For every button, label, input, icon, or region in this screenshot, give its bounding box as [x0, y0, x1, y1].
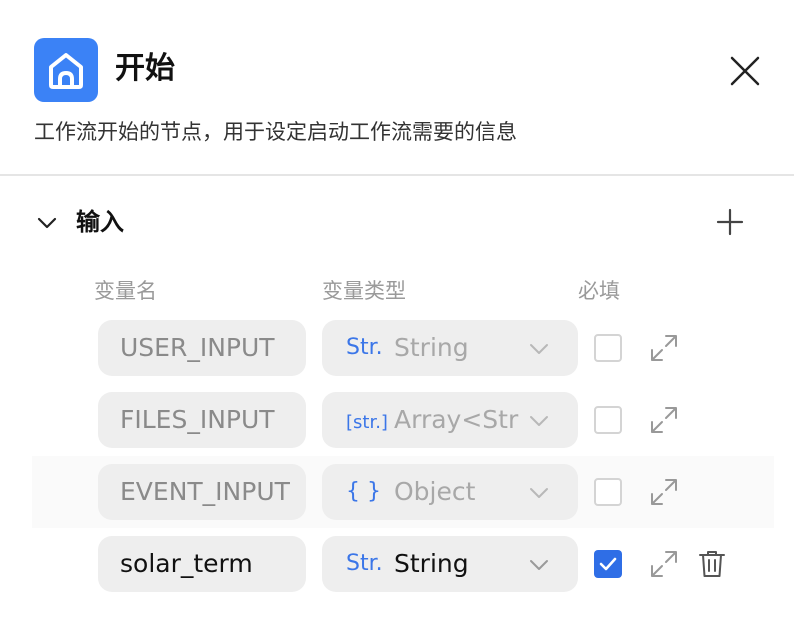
variable-name-field[interactable]: solar_term [98, 536, 306, 592]
expand-button[interactable] [648, 548, 680, 580]
expand-button[interactable] [648, 404, 680, 436]
delete-variable-button[interactable] [696, 548, 728, 580]
chevron-down-icon [530, 560, 548, 570]
expand-button[interactable] [648, 332, 680, 364]
divider [0, 174, 794, 176]
variable-type-select[interactable]: Str. String [322, 320, 578, 376]
variable-type-select[interactable]: [str.] Array<Str [322, 392, 578, 448]
variable-name-value: USER_INPUT [120, 333, 275, 362]
variable-name-value: EVENT_INPUT [120, 477, 290, 506]
expand-icon [651, 551, 677, 577]
variable-type-select[interactable]: { } Object [322, 464, 578, 520]
chevron-down-icon [530, 488, 548, 498]
start-node-icon [34, 38, 98, 102]
type-label: Object [394, 477, 476, 506]
close-icon [730, 56, 760, 86]
chevron-down-icon [530, 416, 548, 426]
type-tag: Str. [346, 551, 383, 576]
node-title: 开始 [115, 51, 175, 86]
required-checkbox[interactable] [594, 550, 622, 578]
column-header-name: 变量名 [94, 279, 157, 303]
required-checkbox[interactable] [594, 334, 622, 362]
variable-name-field[interactable]: FILES_INPUT [98, 392, 306, 448]
required-checkbox[interactable] [594, 478, 622, 506]
section-collapse-toggle[interactable] [34, 210, 60, 236]
node-description: 工作流开始的节点，用于设定启动工作流需要的信息 [34, 120, 517, 144]
column-header-required: 必填 [578, 279, 620, 303]
type-tag: { } [346, 479, 381, 504]
trash-icon [699, 551, 725, 577]
required-checkbox[interactable] [594, 406, 622, 434]
type-tag: Str. [346, 335, 383, 360]
variable-type-select[interactable]: Str. String [322, 536, 578, 592]
add-variable-button[interactable] [714, 206, 746, 238]
expand-icon [651, 335, 677, 361]
variable-name-value: FILES_INPUT [120, 405, 275, 434]
expand-icon [651, 479, 677, 505]
type-label: String [394, 549, 469, 578]
type-tag: [str.] [346, 412, 388, 433]
column-header-type: 变量类型 [322, 279, 406, 303]
chevron-down-icon [530, 344, 548, 354]
type-label: String [394, 333, 469, 362]
expand-button[interactable] [648, 476, 680, 508]
expand-icon [651, 407, 677, 433]
type-label: Array<Str [394, 405, 519, 434]
variable-name-value: solar_term [120, 549, 253, 578]
checkmark-icon [599, 557, 617, 571]
variable-name-field[interactable]: USER_INPUT [98, 320, 306, 376]
close-button[interactable] [722, 48, 768, 94]
home-icon [49, 53, 83, 89]
chevron-down-icon [37, 217, 57, 229]
variable-name-field[interactable]: EVENT_INPUT [98, 464, 306, 520]
section-title: 输入 [76, 208, 124, 236]
plus-icon [716, 208, 744, 236]
